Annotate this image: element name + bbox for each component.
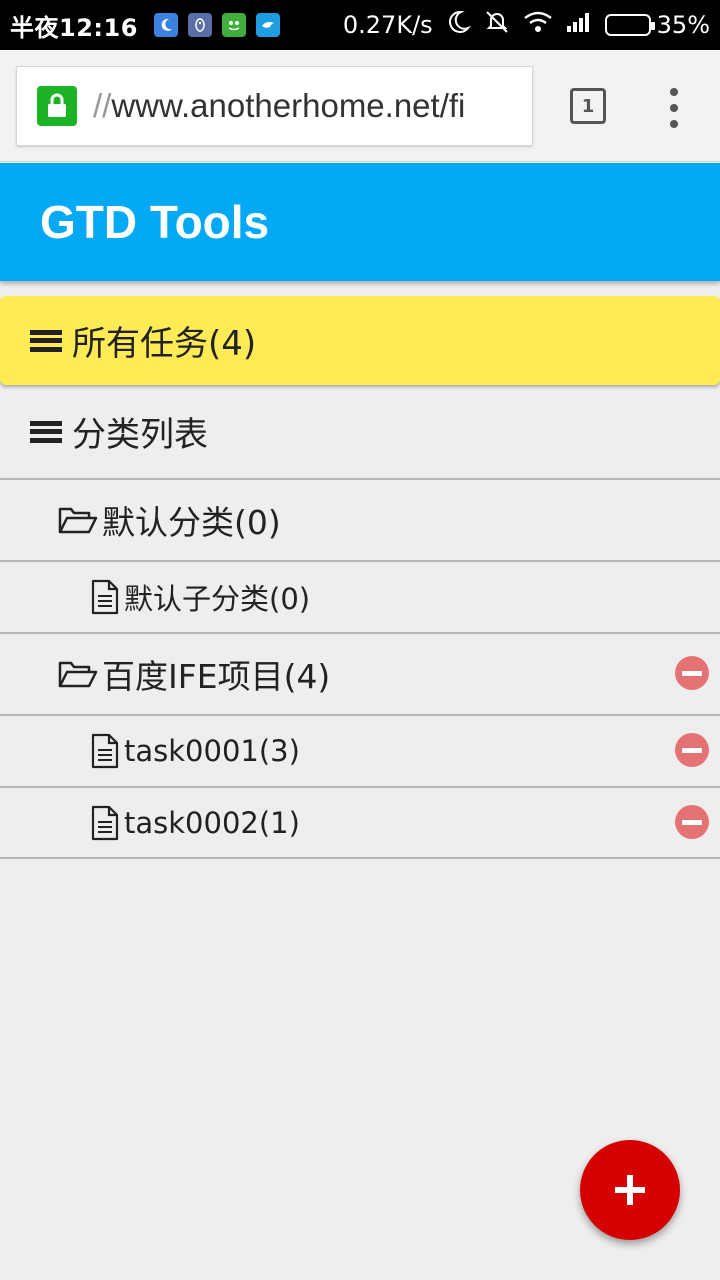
- subcategory-item[interactable]: task0001(3): [0, 716, 720, 788]
- browser-toolbar: //www.anotherhome.net/fi 1: [0, 50, 720, 162]
- status-left: 半夜12:16: [10, 8, 280, 43]
- status-time: 半夜12:16: [10, 13, 138, 42]
- tab-switcher-button[interactable]: 1: [570, 88, 606, 124]
- subcategory-item[interactable]: task0002(1): [0, 788, 720, 859]
- wifi-icon: [523, 10, 553, 40]
- lock-icon[interactable]: [37, 86, 77, 126]
- minus-icon: [682, 747, 702, 753]
- category-label: 百度IFE项目(4): [102, 657, 331, 696]
- subcategory-label: task0002(1): [124, 805, 300, 840]
- category-folder-item[interactable]: 默认分类(0): [0, 480, 720, 562]
- subcategory-label: 默认子分类(0): [124, 582, 311, 616]
- moon-app-icon: [153, 13, 178, 37]
- plus-icon: [615, 1175, 645, 1205]
- url-text[interactable]: //www.anotherhome.net/fi: [93, 87, 465, 125]
- remove-category-button[interactable]: [675, 656, 709, 690]
- url-scheme: //: [93, 87, 112, 124]
- app-header: GTD Tools: [0, 163, 720, 281]
- status-bar: 半夜12:16 0.27K/s 35%: [0, 0, 720, 50]
- category-label: 默认分类(0): [102, 503, 281, 542]
- qq-icon: [187, 13, 212, 37]
- url-host: www.anotherhome.net/fi: [111, 87, 466, 124]
- overflow-menu-icon[interactable]: [664, 88, 684, 128]
- minus-icon: [682, 819, 702, 825]
- file-text-icon: [90, 579, 120, 615]
- minus-icon: [682, 670, 702, 676]
- address-bar[interactable]: //www.anotherhome.net/fi: [16, 66, 533, 146]
- add-button[interactable]: [580, 1140, 680, 1240]
- category-list-label: 分类列表: [72, 415, 208, 455]
- signal-icon: [565, 10, 593, 40]
- mute-icon: [483, 8, 511, 42]
- bird-app-icon: [255, 13, 280, 37]
- file-text-icon: [90, 733, 120, 769]
- category-list-heading: 分类列表: [0, 385, 720, 480]
- subcategory-label: task0001(3): [124, 734, 300, 768]
- all-tasks-item[interactable]: 所有任务(4): [0, 296, 720, 385]
- remove-subcategory-button[interactable]: [675, 733, 709, 767]
- folder-open-icon: [58, 505, 98, 535]
- remove-subcategory-button[interactable]: [675, 805, 709, 839]
- status-right: 0.27K/s 35%: [343, 8, 710, 42]
- network-speed: 0.27K/s: [342, 11, 433, 39]
- subcategory-item[interactable]: 默认子分类(0): [0, 562, 720, 634]
- tab-count: 1: [581, 95, 595, 117]
- battery: 35%: [604, 11, 710, 39]
- category-folder-item[interactable]: 百度IFE项目(4): [0, 634, 720, 716]
- night-mode-icon: [445, 9, 471, 41]
- battery-percent: 35%: [656, 11, 710, 39]
- frog-app-icon: [221, 13, 246, 37]
- all-tasks-label: 所有任务(4): [72, 324, 257, 364]
- list-icon: [30, 420, 62, 443]
- battery-icon: [604, 14, 655, 36]
- list-icon: [30, 329, 62, 352]
- folder-open-icon: [58, 659, 98, 689]
- app-title: GTD Tools: [40, 196, 270, 248]
- file-text-icon: [90, 805, 120, 841]
